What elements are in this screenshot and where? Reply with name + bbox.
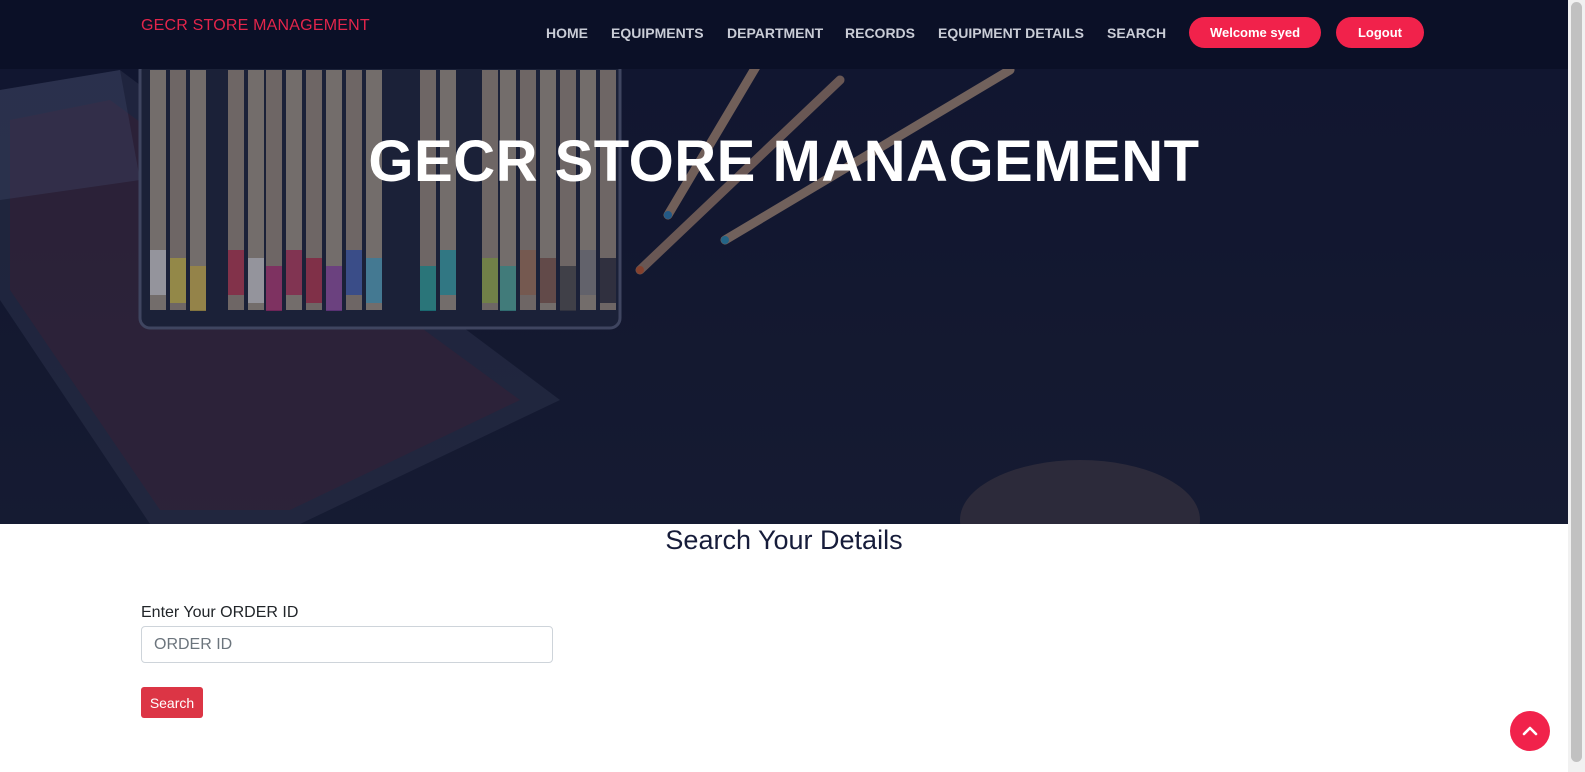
nav-link-search[interactable]: SEARCH [1107,25,1166,41]
logout-button[interactable]: Logout [1336,17,1424,48]
hero-banner: GECR STORE MANAGEMENT [0,0,1568,524]
hero-background-image [0,0,1568,524]
order-id-input[interactable] [141,626,553,663]
order-id-label: Enter Your ORDER ID [141,604,299,621]
scrollbar-thumb[interactable] [1571,2,1582,762]
brand-logo-text[interactable]: GECR STORE MANAGEMENT [141,17,370,35]
page-scrollbar[interactable] [1568,0,1585,772]
nav-link-records[interactable]: RECORDS [845,25,915,41]
section-heading: Search Your Details [665,525,903,555]
navbar: GECR STORE MANAGEMENT HOME EQUIPMENTS DE… [0,0,1568,69]
chevron-up-icon [1522,726,1538,736]
welcome-user-button[interactable]: Welcome syed [1189,17,1321,48]
hero-title: GECR STORE MANAGEMENT [368,129,1200,194]
nav-link-equipments[interactable]: EQUIPMENTS [611,25,704,41]
search-button[interactable]: Search [141,687,203,718]
nav-link-department[interactable]: DEPARTMENT [727,25,823,41]
back-to-top-button[interactable] [1510,711,1550,751]
nav-link-home[interactable]: HOME [546,25,588,41]
nav-link-equipment-details[interactable]: EQUIPMENT DETAILS [938,25,1084,41]
